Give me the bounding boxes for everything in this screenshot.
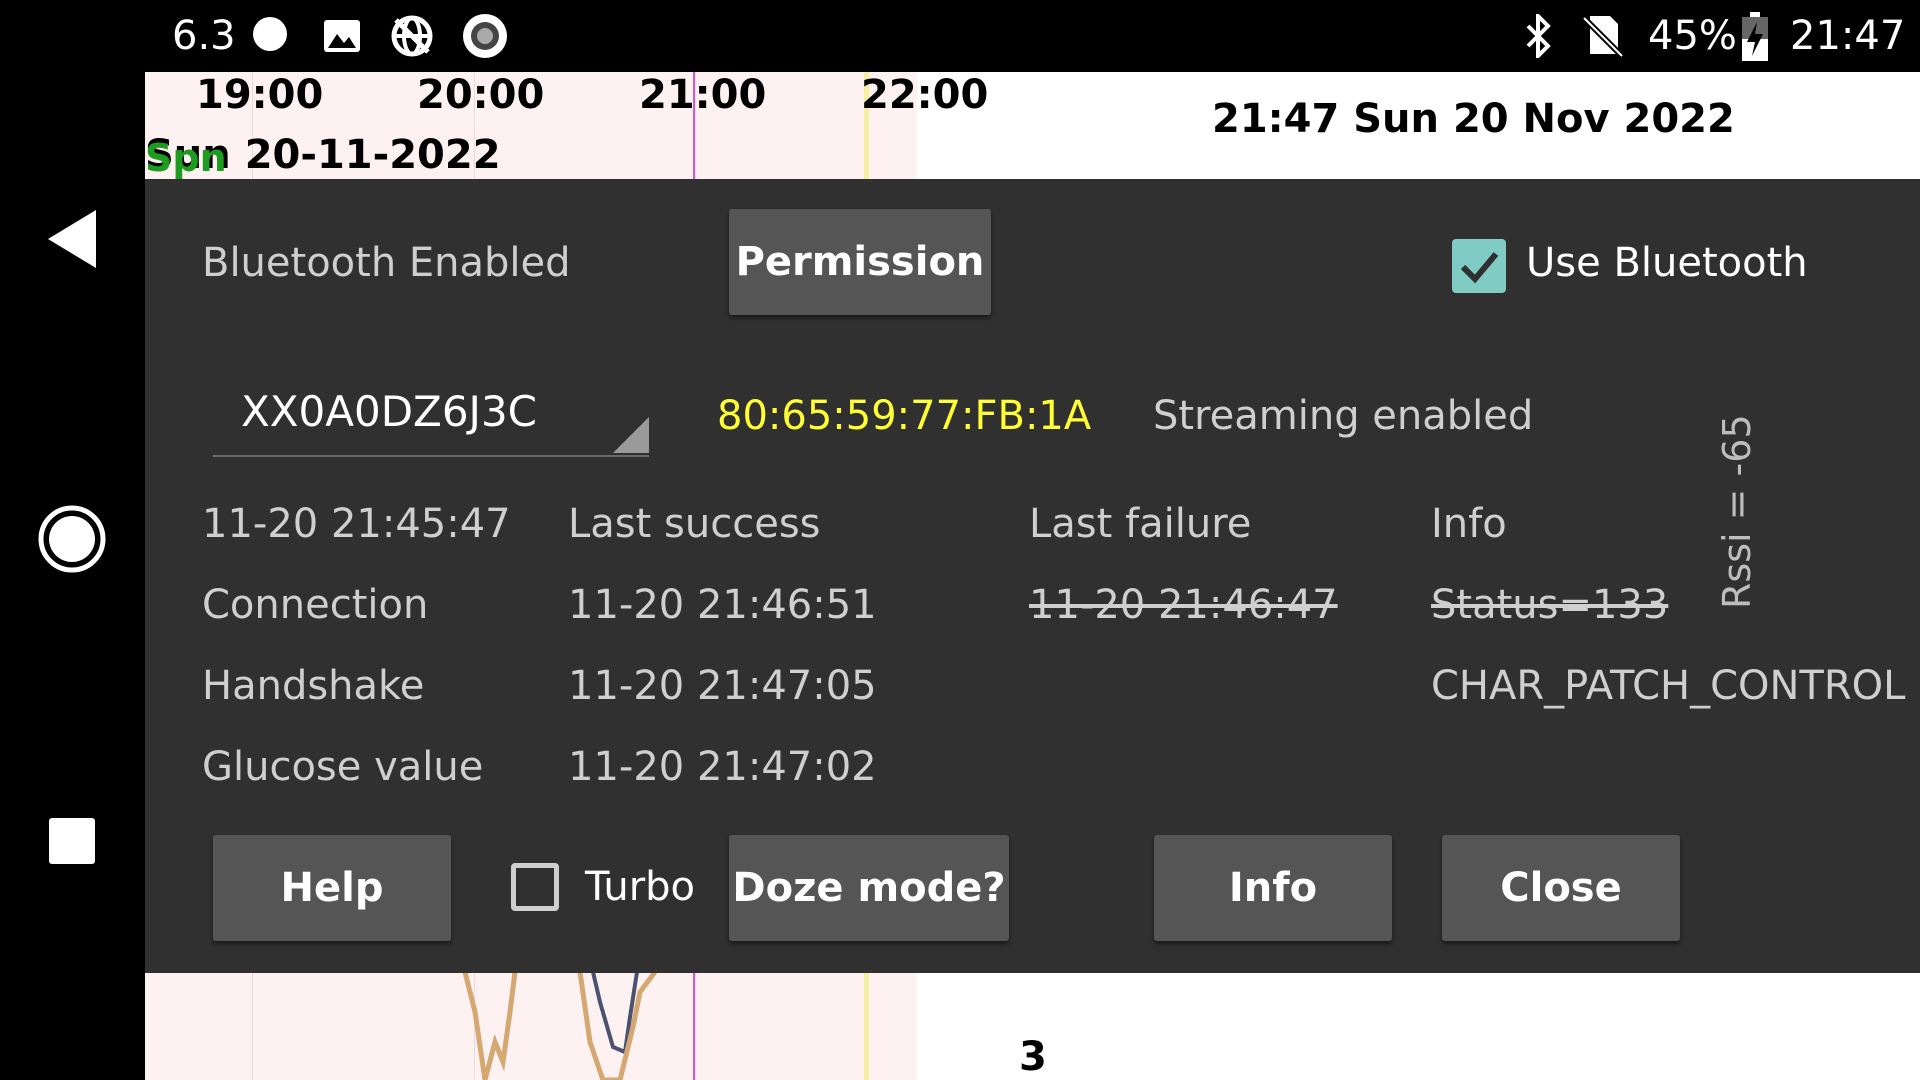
battery-percent: 45% [1648, 13, 1737, 59]
time-label: 22:00 [861, 72, 989, 118]
bluetooth-status: Bluetooth Enabled [202, 240, 571, 286]
header-info: Info [1431, 501, 1507, 547]
time-label: 20:00 [417, 72, 545, 118]
streaming-status: Streaming enabled [1153, 393, 1534, 439]
record-icon [463, 14, 507, 58]
doze-mode-button[interactable]: Doze mode? [729, 835, 1009, 941]
rssi-label: Rssi = -65 [1715, 414, 1759, 609]
no-sim-icon [1581, 15, 1624, 58]
status-bar: 6.3 45% 21:47 [0, 0, 1920, 72]
home-icon[interactable] [37, 504, 107, 574]
turbo-checkbox[interactable] [511, 863, 559, 911]
row-label-handshake: Handshake [202, 663, 425, 709]
handshake-info: CHAR_PATCH_CONTROL [1431, 663, 1906, 709]
glucose-success-time: 11-20 21:47:02 [568, 744, 877, 790]
connection-failure-time: 11-20 21:46:47 [1029, 582, 1338, 628]
recents-icon[interactable] [49, 818, 95, 864]
checkmark-icon [1460, 252, 1499, 284]
device-selector-value: XX0A0DZ6J3C [241, 387, 537, 436]
battery-charging-icon [1742, 12, 1768, 61]
mac-address: 80:65:59:77:FB:1A [717, 393, 1092, 439]
image-icon [324, 20, 360, 52]
graph-bottom-value: 3 [1019, 1034, 1047, 1080]
dropdown-arrow-icon [613, 417, 649, 453]
bluetooth-dialog: Bluetooth Enabled Permission Use Bluetoo… [145, 179, 1920, 973]
status-indicator-text: 6.3 [172, 13, 236, 59]
header-last-failure: Last failure [1029, 501, 1252, 547]
graph-overlay-label: Spn [145, 136, 227, 180]
turbo-label: Turbo [585, 864, 696, 910]
handshake-success-time: 11-20 21:47:05 [568, 663, 877, 709]
row-label-glucose-value: Glucose value [202, 744, 484, 790]
back-icon[interactable] [44, 208, 100, 270]
device-selector[interactable]: XX0A0DZ6J3C [213, 377, 649, 457]
circle-icon [253, 17, 287, 51]
status-clock: 21:47 [1790, 13, 1906, 59]
close-button[interactable]: Close [1442, 835, 1680, 941]
row-label-connection: Connection [202, 582, 429, 628]
time-label: 21:00 [639, 72, 767, 118]
connection-info: Status=133 [1431, 582, 1669, 628]
info-button[interactable]: Info [1154, 835, 1392, 941]
table-corner-timestamp: 11-20 21:45:47 [202, 501, 511, 547]
current-datetime: 21:47 Sun 20 Nov 2022 [1212, 96, 1735, 142]
connection-success-time: 11-20 21:46:51 [568, 582, 877, 628]
bluetooth-icon [1526, 14, 1551, 58]
use-bluetooth-checkbox[interactable] [1452, 239, 1506, 293]
glucose-curve [462, 972, 657, 1080]
help-button[interactable]: Help [213, 835, 451, 941]
header-last-success: Last success [568, 501, 821, 547]
globe-off-icon [391, 15, 433, 57]
time-label: 19:00 [196, 72, 324, 118]
use-bluetooth-label: Use Bluetooth [1526, 240, 1808, 286]
permission-button[interactable]: Permission [729, 209, 991, 315]
navigation-bar [0, 72, 145, 1080]
